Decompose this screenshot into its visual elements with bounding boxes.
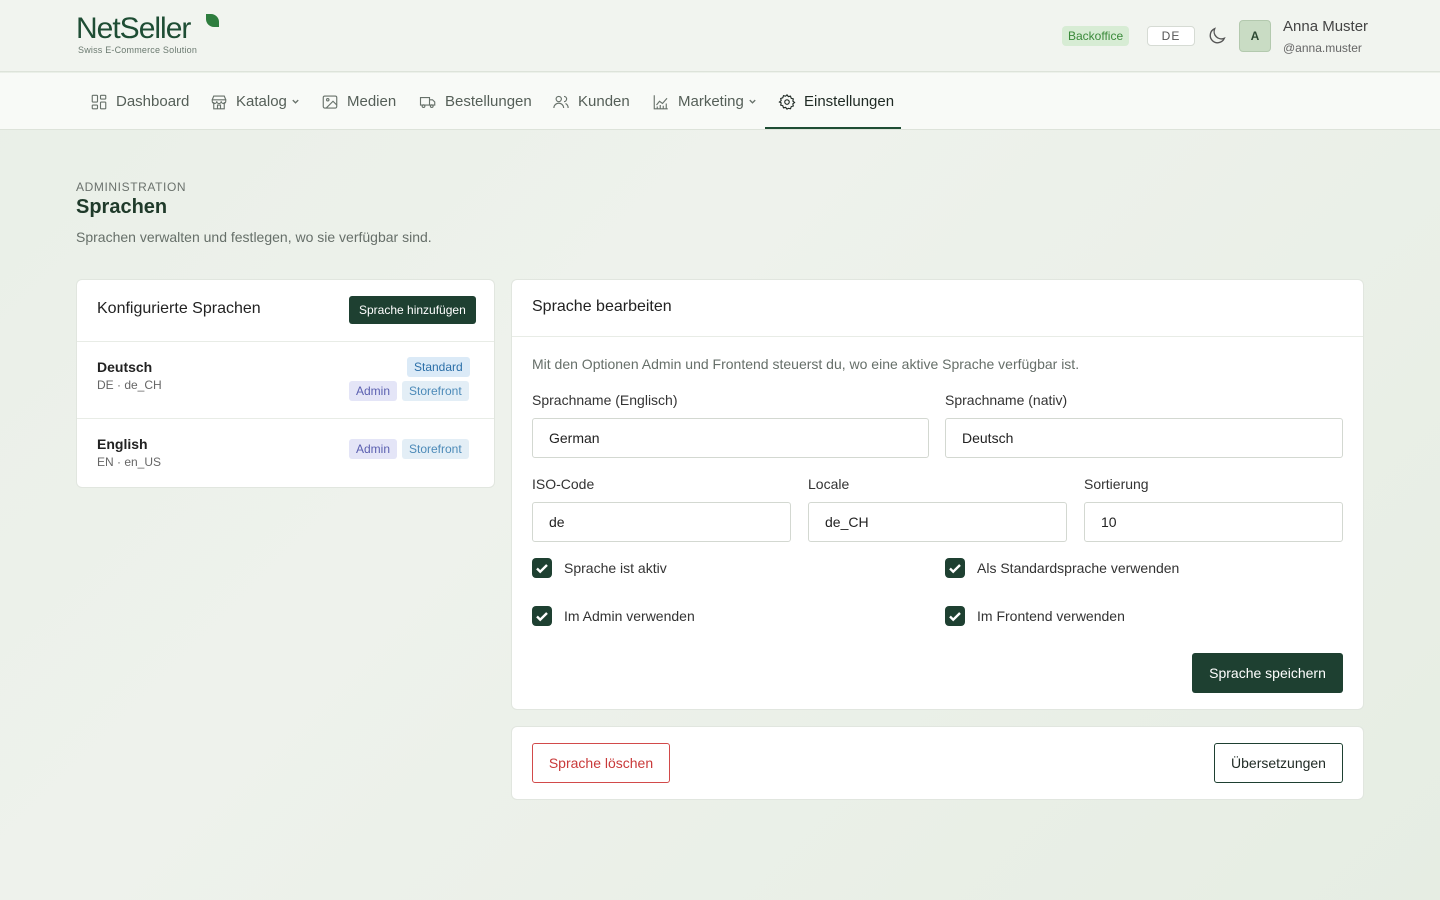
- nav-label: Einstellungen: [804, 93, 895, 110]
- chart-icon: [653, 94, 668, 109]
- configured-languages-card: Konfigurierte Sprachen Sprache hinzufüge…: [76, 279, 495, 488]
- admin-checkbox-label: Im Admin verwenden: [564, 608, 695, 624]
- language-meta: DE · de_CH: [97, 378, 162, 392]
- sort-input[interactable]: [1084, 502, 1343, 542]
- user-handle: @anna.muster: [1283, 41, 1362, 55]
- language-list-item[interactable]: Deutsch DE · de_CH Standard Admin Storef…: [77, 342, 494, 418]
- logo-tagline: Swiss E-Commerce Solution: [78, 45, 198, 55]
- admin-checkbox[interactable]: [532, 606, 552, 626]
- language-name: English: [97, 436, 148, 452]
- checkmark-icon: [949, 564, 961, 574]
- active-tab-indicator: [765, 127, 901, 129]
- name-native-label: Sprachname (nativ): [945, 392, 1068, 408]
- nav-label: Kunden: [578, 93, 630, 110]
- storefront-badge: Storefront: [402, 381, 469, 401]
- nav-item-medien[interactable]: Medien: [321, 73, 396, 130]
- translations-button[interactable]: Übersetzungen: [1214, 743, 1343, 783]
- top-header: NetSeller Swiss E-Commerce Solution Back…: [0, 0, 1440, 72]
- dashboard-icon: [91, 94, 107, 109]
- delete-language-button[interactable]: Sprache löschen: [532, 743, 670, 783]
- active-checkbox-label: Sprache ist aktiv: [564, 560, 667, 576]
- iso-code-input[interactable]: [532, 502, 791, 542]
- edit-hint: Mit den Optionen Admin und Frontend steu…: [532, 356, 1080, 372]
- nav-label: Marketing: [678, 93, 744, 110]
- language-name: Deutsch: [97, 359, 153, 375]
- backoffice-badge: Backoffice: [1062, 26, 1130, 46]
- admin-badge: Admin: [349, 381, 398, 401]
- checkmark-icon: [536, 612, 548, 622]
- checkmark-icon: [949, 612, 961, 622]
- default-language-checkbox[interactable]: [945, 558, 965, 578]
- leaf-icon: [206, 14, 219, 27]
- active-checkbox[interactable]: [532, 558, 552, 578]
- gear-icon: [778, 93, 796, 110]
- store-icon: [211, 94, 227, 109]
- locale-input[interactable]: [808, 502, 1067, 542]
- nav-item-marketing[interactable]: Marketing: [652, 73, 757, 130]
- name-native-input[interactable]: [945, 418, 1343, 458]
- dark-mode-toggle[interactable]: [1206, 25, 1228, 47]
- nav-item-katalog[interactable]: Katalog: [210, 73, 300, 130]
- page-title: Sprachen: [76, 196, 168, 218]
- main-navigation: Dashboard Katalog Medien Bestellungen Ku…: [0, 73, 1440, 130]
- nav-item-kunden[interactable]: Kunden: [552, 73, 630, 130]
- save-language-button[interactable]: Sprache speichern: [1192, 653, 1343, 693]
- truck-icon: [419, 96, 436, 108]
- nav-item-einstellungen[interactable]: Einstellungen: [778, 73, 894, 130]
- standard-badge: Standard: [407, 357, 470, 377]
- default-language-checkbox-label: Als Standardsprache verwenden: [977, 560, 1180, 576]
- sort-label: Sortierung: [1084, 476, 1149, 492]
- iso-code-label: ISO-Code: [532, 476, 595, 492]
- nav-label: Katalog: [236, 93, 287, 110]
- locale-label: Locale: [808, 476, 850, 492]
- language-actions-card: Sprache löschen Übersetzungen: [511, 726, 1364, 800]
- frontend-checkbox-label: Im Frontend verwenden: [977, 608, 1125, 624]
- users-icon: [553, 95, 569, 108]
- edit-language-card: Sprache bearbeiten Mit den Optionen Admi…: [511, 279, 1364, 710]
- moon-icon: [1209, 27, 1226, 44]
- page-eyebrow: ADMINISTRATION: [76, 180, 187, 194]
- name-en-input[interactable]: [532, 418, 929, 458]
- netseller-logo[interactable]: NetSeller Swiss E-Commerce Solution: [76, 12, 226, 58]
- chevron-down-icon: [749, 99, 756, 104]
- language-meta: EN · en_US: [97, 455, 162, 469]
- nav-label: Dashboard: [116, 93, 190, 110]
- name-en-label: Sprachname (Englisch): [532, 392, 678, 408]
- user-name: Anna Muster: [1283, 18, 1369, 35]
- logo-wordmark: NetSeller: [76, 12, 191, 45]
- page-description: Sprachen verwalten und festlegen, wo sie…: [76, 229, 432, 245]
- nav-label: Medien: [347, 93, 397, 110]
- chevron-down-icon: [292, 99, 299, 104]
- card-title: Konfigurierte Sprachen: [97, 300, 261, 317]
- image-icon: [322, 94, 338, 109]
- storefront-badge: Storefront: [402, 439, 469, 459]
- card-title: Sprache bearbeiten: [532, 298, 672, 315]
- frontend-checkbox[interactable]: [945, 606, 965, 626]
- admin-badge: Admin: [349, 439, 398, 459]
- divider: [512, 336, 1363, 337]
- nav-label: Bestellungen: [445, 93, 532, 110]
- language-list-item[interactable]: English EN · en_US Admin Storefront: [77, 419, 494, 487]
- checkmark-icon: [536, 564, 548, 574]
- nav-item-dashboard[interactable]: Dashboard: [90, 73, 189, 130]
- language-switch-button[interactable]: DE: [1147, 26, 1195, 46]
- avatar[interactable]: A: [1239, 20, 1271, 52]
- add-language-button[interactable]: Sprache hinzufügen: [349, 296, 476, 324]
- nav-item-bestellungen[interactable]: Bestellungen: [419, 73, 532, 130]
